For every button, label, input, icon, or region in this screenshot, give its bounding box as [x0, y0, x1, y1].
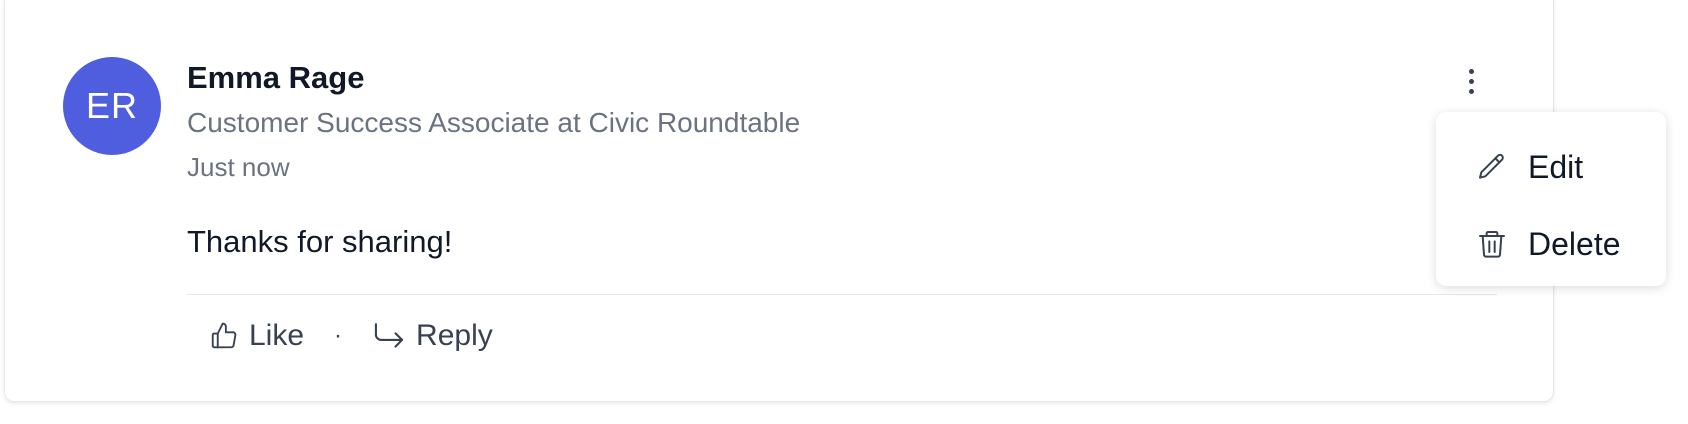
action-separator: · — [334, 322, 343, 349]
author-headline: Customer Success Associate at Civic Roun… — [187, 107, 801, 138]
kebab-dot — [1468, 78, 1474, 84]
options-menu: Edit Delete — [1436, 112, 1666, 286]
menu-item-label: Delete — [1528, 225, 1621, 262]
divider — [187, 294, 1497, 295]
comment-actions: Like · Reply — [209, 314, 493, 358]
comment-card: ER Emma Rage Customer Success Associate … — [4, 0, 1554, 402]
comment-text: Thanks for sharing! — [187, 224, 453, 259]
menu-item-label: Edit — [1528, 148, 1584, 185]
thumbs-up-icon — [209, 320, 239, 352]
trash-icon — [1476, 228, 1508, 260]
kebab-dot — [1468, 88, 1474, 94]
reply-arrow-icon — [372, 321, 406, 351]
avatar-initials: ER — [85, 85, 138, 126]
pencil-icon — [1476, 151, 1508, 183]
reply-button[interactable]: Reply — [372, 319, 493, 353]
menu-item-edit[interactable]: Edit — [1436, 142, 1666, 192]
like-button[interactable]: Like — [209, 319, 304, 353]
comment-timestamp: Just now — [187, 152, 290, 182]
like-label: Like — [249, 319, 305, 352]
avatar[interactable]: ER — [63, 57, 161, 155]
menu-item-delete[interactable]: Delete — [1436, 210, 1666, 278]
more-options-button[interactable] — [1457, 64, 1485, 98]
author-name[interactable]: Emma Rage — [187, 60, 364, 96]
kebab-dot — [1468, 68, 1474, 74]
reply-label: Reply — [416, 319, 493, 352]
